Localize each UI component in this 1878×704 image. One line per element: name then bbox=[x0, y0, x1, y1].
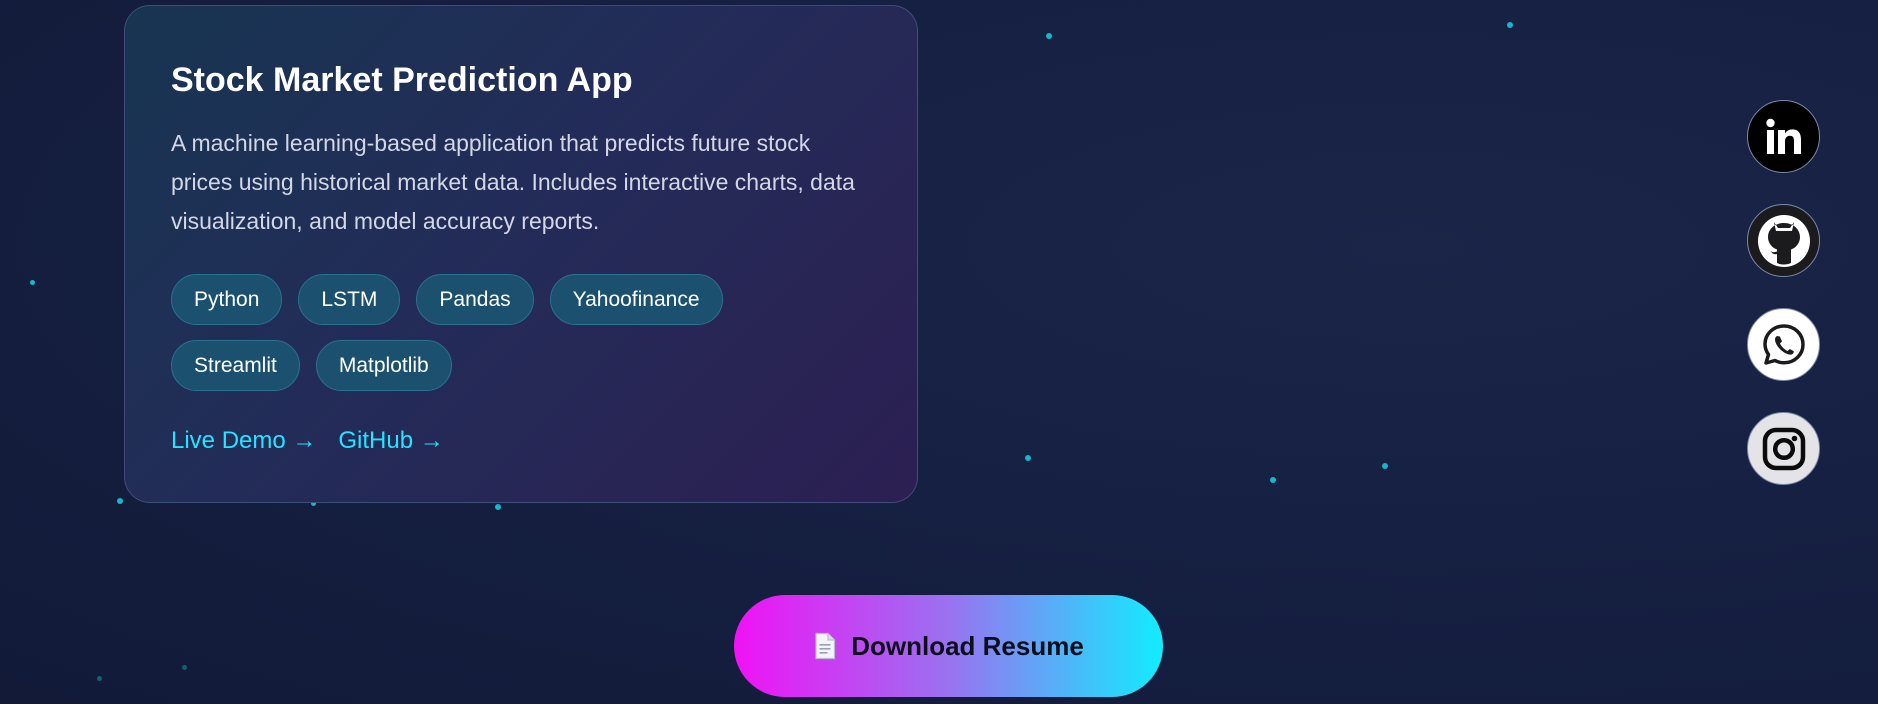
live-demo-link[interactable]: Live Demo → bbox=[171, 427, 316, 455]
particle-dot bbox=[1382, 463, 1388, 469]
download-resume-label: Download Resume bbox=[851, 630, 1084, 661]
whatsapp-button[interactable] bbox=[1747, 308, 1820, 381]
document-icon bbox=[815, 632, 836, 660]
tech-tag: Matplotlib bbox=[315, 340, 452, 391]
github-icon bbox=[1757, 214, 1810, 267]
project-description: A machine learning-based application tha… bbox=[171, 130, 855, 234]
tech-tag: Python bbox=[171, 274, 283, 325]
project-title: Stock Market Prediction App bbox=[171, 61, 633, 99]
tech-tag: LSTM bbox=[298, 274, 401, 325]
particle-dot bbox=[30, 280, 35, 285]
tech-tag: Yahoofinance bbox=[549, 274, 723, 325]
particle-dot bbox=[1046, 33, 1052, 39]
tech-tags: Python LSTM Pandas Yahoofinance Streamli… bbox=[171, 274, 811, 391]
tech-tag: Pandas bbox=[416, 274, 534, 325]
download-resume-button[interactable]: Download Resume bbox=[734, 595, 1163, 697]
particle-dot bbox=[117, 498, 123, 504]
instagram-button[interactable] bbox=[1747, 412, 1820, 485]
whatsapp-icon bbox=[1762, 323, 1805, 365]
particle-dot bbox=[182, 665, 187, 670]
particle-dot bbox=[1025, 455, 1031, 461]
particle-dot bbox=[495, 504, 501, 510]
tech-tag: Streamlit bbox=[171, 340, 300, 391]
social-links bbox=[1747, 100, 1820, 485]
linkedin-button[interactable] bbox=[1747, 100, 1820, 173]
github-link[interactable]: GitHub → bbox=[338, 427, 443, 455]
linkedin-icon bbox=[1765, 118, 1801, 154]
particle-dot bbox=[97, 676, 102, 681]
project-links: Live Demo → GitHub → bbox=[171, 427, 871, 455]
particle-dot bbox=[1507, 22, 1513, 28]
particle-dot bbox=[1270, 477, 1276, 483]
instagram-icon bbox=[1762, 427, 1805, 470]
github-button[interactable] bbox=[1747, 204, 1820, 277]
project-card: Stock Market Prediction App A machine le… bbox=[124, 5, 918, 503]
